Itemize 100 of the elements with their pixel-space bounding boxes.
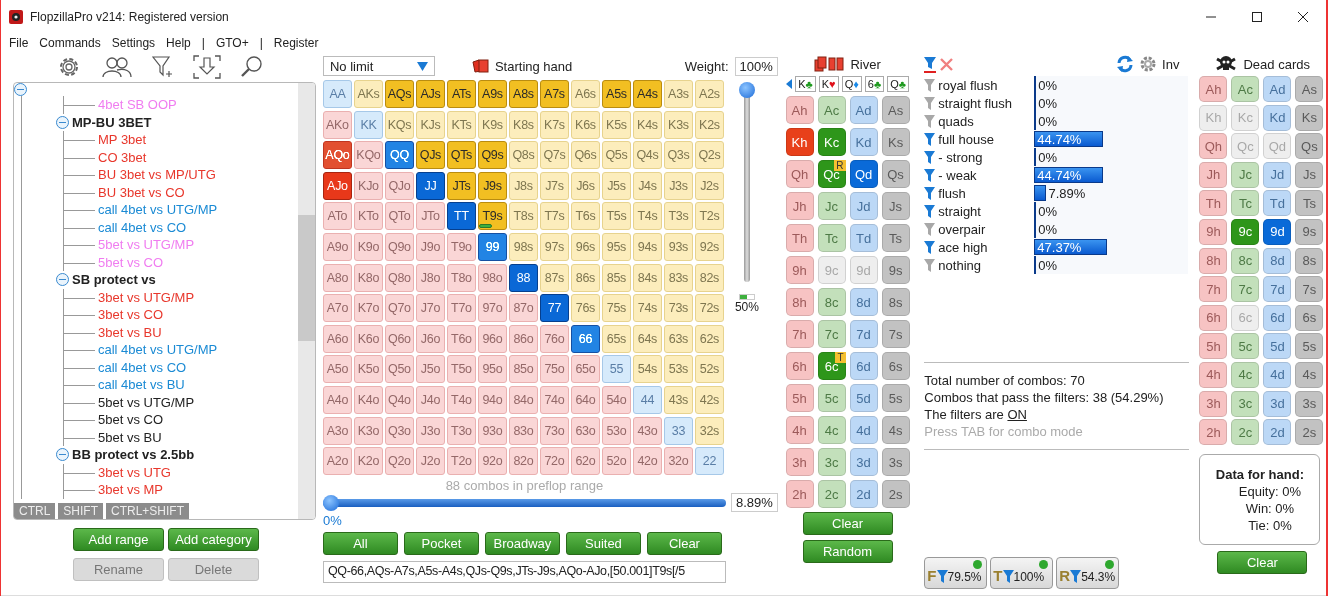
card-button[interactable]: Qs: [881, 160, 910, 188]
hand-cell[interactable]: KTo: [353, 202, 383, 231]
hand-cell[interactable]: Q6o: [384, 324, 414, 353]
hand-cell[interactable]: 98s: [508, 232, 538, 261]
hand-cell[interactable]: T8s: [508, 202, 538, 231]
hand-cell[interactable]: A9o: [322, 232, 352, 261]
hand-cell[interactable]: K5o: [353, 355, 383, 384]
card-button[interactable]: Ts: [881, 224, 910, 252]
card-button[interactable]: 7d: [1263, 276, 1292, 303]
hand-cell[interactable]: 72s: [694, 294, 724, 323]
card-button[interactable]: 4d: [849, 416, 878, 444]
board-card-slot[interactable]: Q♣: [887, 76, 909, 92]
card-button[interactable]: 8c: [817, 288, 846, 316]
modifier-tab[interactable]: CTRL+SHIFT: [106, 503, 190, 519]
hand-cell[interactable]: 82s: [694, 263, 724, 292]
card-button[interactable]: Ac: [1231, 76, 1260, 102]
card-button[interactable]: 4s: [881, 416, 910, 444]
hand-cell[interactable]: 65s: [601, 324, 631, 353]
card-button[interactable]: Kh: [785, 128, 814, 156]
hand-cell[interactable]: J5s: [601, 171, 631, 200]
card-button[interactable]: Jh: [1199, 161, 1228, 188]
card-button[interactable]: Tc: [817, 224, 846, 252]
refresh-icon[interactable]: [1116, 55, 1135, 73]
hand-cell[interactable]: 53o: [601, 416, 631, 445]
filter-icon[interactable]: [924, 95, 936, 111]
hand-cell[interactable]: 73o: [539, 416, 569, 445]
range-item[interactable]: 4bet SB OOP: [98, 97, 177, 113]
hand-cell[interactable]: JJ: [415, 171, 445, 200]
card-button[interactable]: 3d: [849, 448, 878, 476]
card-button[interactable]: 7s: [881, 320, 910, 348]
card-button[interactable]: 6s: [1295, 304, 1324, 331]
hand-cell[interactable]: 96s: [570, 232, 600, 261]
card-button[interactable]: 3s: [881, 448, 910, 476]
range-item[interactable]: 3bet vs MP: [98, 482, 164, 498]
hand-cell[interactable]: KJs: [415, 110, 445, 139]
hand-cell[interactable]: 53s: [663, 355, 693, 384]
filter-icon[interactable]: [924, 167, 936, 183]
card-button[interactable]: 6h: [1199, 304, 1228, 331]
hand-cell[interactable]: K6s: [570, 110, 600, 139]
hand-cell[interactable]: 52o: [601, 447, 631, 476]
range-item[interactable]: CO 3bet: [98, 149, 147, 165]
card-button[interactable]: 5d: [849, 384, 878, 412]
hand-cell[interactable]: AJo: [322, 171, 352, 200]
hand-cell[interactable]: Q2s: [694, 141, 724, 170]
hand-cell[interactable]: J7o: [415, 294, 445, 323]
hand-cell[interactable]: A4s: [632, 80, 662, 108]
hand-cell[interactable]: 42s: [694, 385, 724, 414]
card-button[interactable]: Tc: [1231, 190, 1260, 217]
hand-cell[interactable]: Q7s: [539, 141, 569, 170]
hand-cell[interactable]: 95o: [477, 355, 507, 384]
card-button[interactable]: 9s: [1295, 218, 1324, 245]
range-item[interactable]: 5bet vs UTG/MP: [98, 237, 195, 253]
card-button[interactable]: 5s: [1295, 333, 1324, 360]
card-button[interactable]: 8h: [1199, 247, 1228, 274]
hand-cell[interactable]: K7s: [539, 110, 569, 139]
hand-cell[interactable]: 97s: [539, 232, 569, 261]
card-button[interactable]: Jd: [1263, 161, 1292, 188]
card-button[interactable]: 2d: [849, 480, 878, 508]
clear-filter-icon[interactable]: [940, 57, 954, 71]
filter-icon[interactable]: [924, 257, 936, 273]
range-item[interactable]: 3bet vs UTG/MP: [98, 289, 195, 305]
hand-cell[interactable]: 88: [508, 263, 538, 292]
card-button[interactable]: 8s: [1295, 247, 1324, 274]
hand-cell[interactable]: K6o: [353, 324, 383, 353]
filter-icon[interactable]: [924, 131, 936, 147]
hand-cell[interactable]: 52s: [694, 355, 724, 384]
hand-cell[interactable]: 75o: [539, 355, 569, 384]
range-item[interactable]: 5bet vs CO: [98, 254, 164, 270]
hand-cell[interactable]: A5o: [322, 355, 352, 384]
hand-cell[interactable]: J9s: [477, 171, 507, 200]
card-button[interactable]: 5c: [1231, 333, 1260, 360]
range-item[interactable]: call 4bet vs CO: [98, 219, 187, 235]
card-button[interactable]: 3s: [1295, 390, 1324, 417]
menu-item[interactable]: Settings: [111, 36, 156, 50]
range-slider[interactable]: [322, 494, 726, 511]
hand-cell[interactable]: J9o: [415, 232, 445, 261]
card-button[interactable]: 9s: [881, 256, 910, 284]
board-card-slot[interactable]: 6♣: [864, 76, 885, 92]
card-button[interactable]: Ac: [817, 96, 846, 124]
hand-cell[interactable]: K8s: [508, 110, 538, 139]
hand-cell[interactable]: Q8s: [508, 141, 538, 170]
hand-cell[interactable]: 76s: [570, 294, 600, 323]
filters-status-link[interactable]: ON: [1007, 407, 1027, 422]
hand-cell[interactable]: Q6s: [570, 141, 600, 170]
collapse-toggle[interactable]: [14, 83, 27, 96]
hand-cell[interactable]: T4s: [632, 202, 662, 231]
range-preset-button[interactable]: Pocket: [403, 532, 479, 556]
card-button[interactable]: 4c: [817, 416, 846, 444]
hand-cell[interactable]: 62o: [570, 447, 600, 476]
card-button[interactable]: 2s: [1295, 419, 1324, 446]
hand-cell[interactable]: QTs: [446, 141, 476, 170]
card-button[interactable]: Qh: [785, 160, 814, 188]
card-button[interactable]: Kd: [1263, 104, 1292, 131]
hand-cell[interactable]: Q2o: [384, 447, 414, 476]
hand-cell[interactable]: J6s: [570, 171, 600, 200]
card-button[interactable]: 6d: [849, 352, 878, 380]
hand-cell[interactable]: 65o: [570, 355, 600, 384]
card-button[interactable]: 5h: [1199, 333, 1228, 360]
hand-cell[interactable]: 77: [539, 294, 569, 323]
hand-cell[interactable]: A9s: [477, 80, 507, 108]
